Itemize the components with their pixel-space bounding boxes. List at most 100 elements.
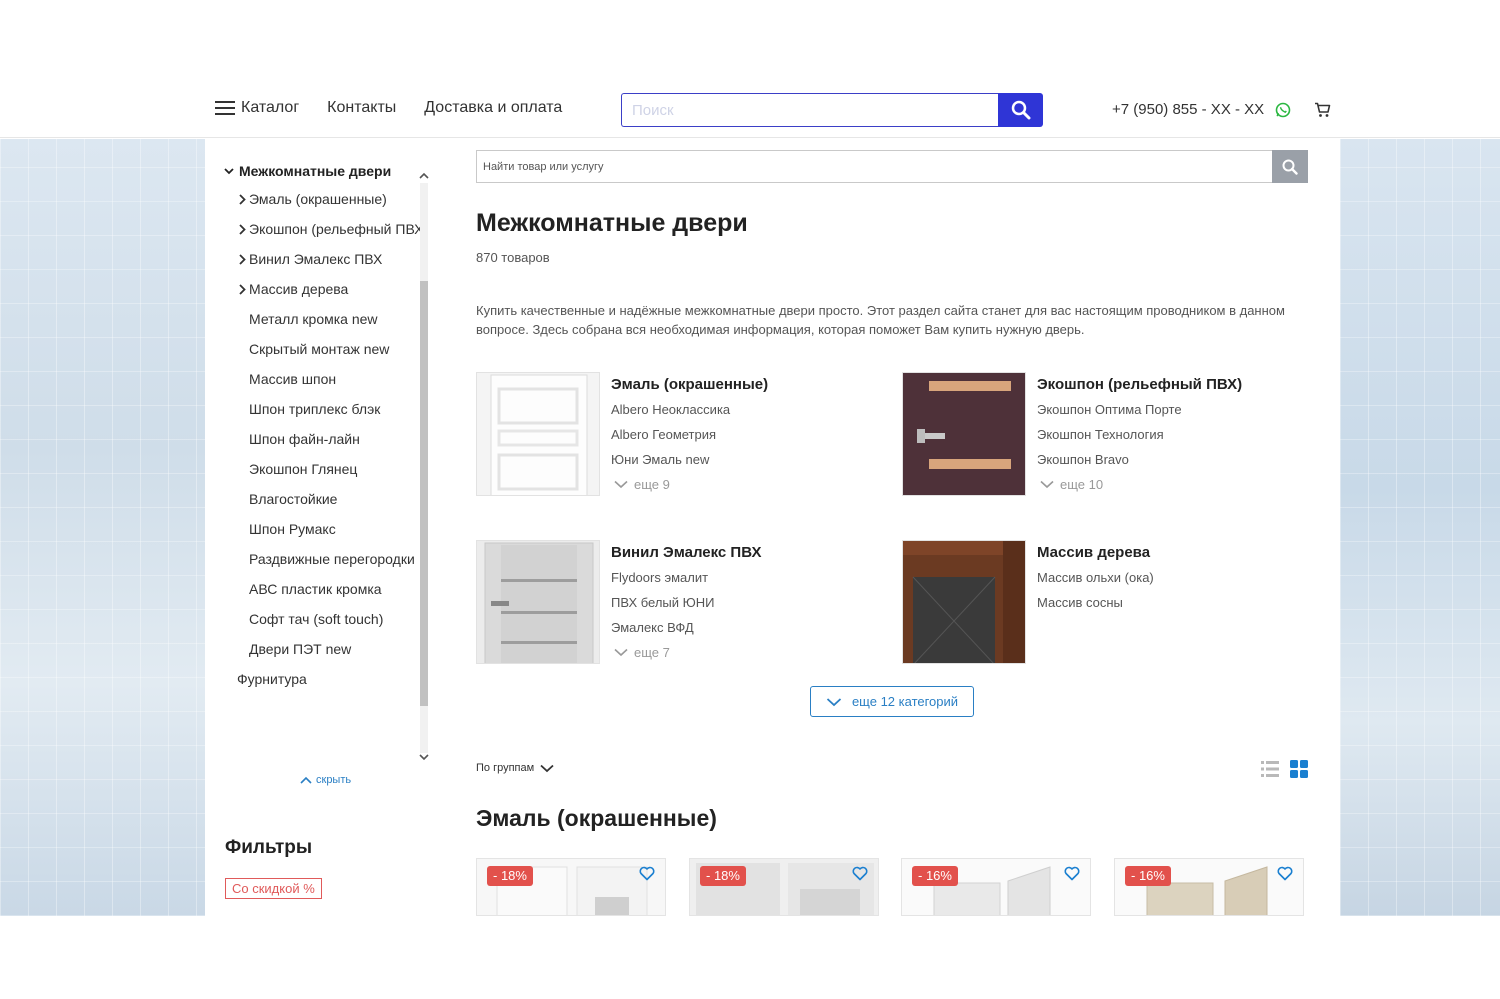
sidebar-item[interactable]: Винил Эмалекс ПВХ	[213, 245, 433, 275]
list-view-icon[interactable]	[1261, 760, 1279, 778]
category-name[interactable]: Винил Эмалекс ПВХ	[611, 544, 761, 561]
discount-badge: - 18%	[700, 866, 746, 886]
sidebar-item[interactable]: Софт тач (soft touch)	[213, 605, 433, 635]
phone-number[interactable]: +7 (950) 855 - XX - XX	[1112, 101, 1264, 118]
main-content: Межкомнатные двери 870 товаров Купить ка…	[453, 139, 1340, 916]
sidebar-item[interactable]: Массив шпон	[213, 365, 433, 395]
subcategory-link[interactable]: Экошпон Технология	[1037, 427, 1164, 442]
site-header: Каталог Контакты Доставка и оплата +7 (9…	[0, 0, 1500, 138]
page-title: Межкомнатные двери	[476, 209, 748, 237]
sidebar-scrollbar[interactable]	[417, 169, 431, 765]
subcategory-link[interactable]: Массив сосны	[1037, 595, 1123, 610]
search-icon	[1011, 100, 1030, 120]
discount-filter-chip[interactable]: Со скидкой %	[225, 878, 322, 899]
catalog-search-button[interactable]	[1272, 150, 1308, 183]
subcategory-link[interactable]: Юни Эмаль new	[611, 452, 709, 467]
more-subcategories-link[interactable]: еще 7	[614, 645, 670, 660]
sidebar-item-label: Двери ПЭТ new	[249, 641, 352, 657]
category-image-ekoshpon[interactable]	[902, 372, 1026, 496]
category-name[interactable]: Экошпон (рельефный ПВХ)	[1037, 376, 1242, 393]
product-card[interactable]: - 18%	[476, 858, 666, 916]
sidebar-item[interactable]: Двери ПЭТ new	[213, 635, 433, 665]
sidebar-item-label: Экошпон (рельефный ПВХ)	[249, 221, 429, 237]
favorite-icon[interactable]	[1064, 866, 1080, 881]
scroll-thumb[interactable]	[420, 281, 428, 706]
subcategory-link[interactable]: Flydoors эмалит	[611, 570, 708, 585]
cart-icon[interactable]	[1314, 102, 1331, 118]
category-image-emal[interactable]	[476, 372, 600, 496]
subcategory-link[interactable]: Экошпон Оптима Порте	[1037, 402, 1182, 417]
subcategory-link[interactable]: ПВХ белый ЮНИ	[611, 595, 715, 610]
contacts-link[interactable]: Контакты	[327, 99, 396, 117]
category-image-vinil[interactable]	[476, 540, 600, 664]
scroll-down-arrow[interactable]	[417, 751, 431, 763]
sidebar-item[interactable]: Влагостойкие	[213, 485, 433, 515]
subcategory-link[interactable]: Эмалекс ВФД	[611, 620, 694, 635]
search-icon	[1282, 159, 1298, 175]
category-card: Массив дерева Массив ольхи (ока) Массив …	[902, 540, 1302, 665]
chevron-down-icon	[614, 480, 628, 489]
sidebar-item-label: Скрытый монтаж new	[249, 341, 390, 357]
chevron-down-icon	[1040, 480, 1054, 489]
product-card[interactable]: - 16%	[1114, 858, 1304, 916]
page-bottom	[0, 916, 1500, 999]
more-categories-label: еще 12 категорий	[851, 694, 959, 709]
hide-tree-link[interactable]: скрыть	[300, 774, 351, 786]
group-by-label: По группам	[476, 762, 535, 774]
sidebar-item-label: АВС пластик кромка	[249, 581, 382, 597]
sidebar: Межкомнатные двери Эмаль (окрашенные) Эко…	[205, 139, 445, 916]
sidebar-item[interactable]: АВС пластик кромка	[213, 575, 433, 605]
chevron-down-icon	[826, 697, 842, 706]
favorite-icon[interactable]	[852, 866, 868, 881]
more-categories-button[interactable]: еще 12 категорий	[810, 686, 974, 717]
sidebar-item-label: Эмаль (окрашенные)	[249, 191, 387, 207]
catalog-label: Каталог	[241, 99, 300, 116]
header-search-input[interactable]	[621, 93, 998, 127]
category-name[interactable]: Эмаль (окрашенные)	[611, 376, 768, 393]
sidebar-item-label: Экошпон Глянец	[249, 461, 358, 477]
sidebar-item[interactable]: Шпон триплекс блэк	[213, 395, 433, 425]
product-card[interactable]: - 18%	[689, 858, 879, 916]
subcategory-link[interactable]: Albero Неоклассика	[611, 402, 730, 417]
favorite-icon[interactable]	[1277, 866, 1293, 881]
delivery-link[interactable]: Доставка и оплата	[424, 99, 562, 117]
sidebar-item[interactable]: Металл кромка new	[213, 305, 433, 335]
category-name[interactable]: Массив дерева	[1037, 544, 1150, 561]
sidebar-item[interactable]: Шпон файн-лайн	[213, 425, 433, 455]
favorite-icon[interactable]	[639, 866, 655, 881]
catalog-search-input[interactable]	[476, 150, 1272, 183]
product-card[interactable]: - 16%	[901, 858, 1091, 916]
chevron-down-icon	[224, 168, 234, 175]
subcategory-link[interactable]: Экошпон Bravo	[1037, 452, 1129, 467]
header-search-button[interactable]	[998, 93, 1043, 127]
scroll-up-arrow[interactable]	[417, 169, 431, 181]
chevron-right-icon	[239, 224, 246, 235]
catalog-menu-button[interactable]: Каталог	[215, 99, 299, 117]
sidebar-item[interactable]: Эмаль (окрашенные)	[213, 185, 433, 215]
more-subcategories-link[interactable]: еще 9	[614, 477, 670, 492]
more-subcategories-link[interactable]: еще 10	[1040, 477, 1103, 492]
tree-section-header[interactable]: Межкомнатные двери	[213, 157, 433, 185]
grid-view-icon[interactable]	[1290, 760, 1308, 778]
group-by-select[interactable]: По группам	[476, 762, 554, 774]
sidebar-item-label: Влагостойкие	[249, 491, 338, 507]
sidebar-item[interactable]: Экошпон Глянец	[213, 455, 433, 485]
catalog-search	[476, 150, 1308, 183]
section-title: Эмаль (окрашенные)	[476, 805, 717, 831]
sidebar-item-label: Софт тач (soft touch)	[249, 611, 384, 627]
sidebar-item[interactable]: Шпон Румакс	[213, 515, 433, 545]
filters-title: Фильтры	[225, 837, 313, 858]
category-image-massiv[interactable]	[902, 540, 1026, 664]
sidebar-item[interactable]: Скрытый монтаж new	[213, 335, 433, 365]
sidebar-item[interactable]: Массив дерева	[213, 275, 433, 305]
header-search	[621, 93, 1043, 127]
sidebar-item[interactable]: Экошпон (рельефный ПВХ)	[213, 215, 433, 245]
sidebar-item[interactable]: Раздвижные перегородки	[213, 545, 433, 575]
subcategory-link[interactable]: Albero Геометрия	[611, 427, 716, 442]
whatsapp-icon[interactable]	[1275, 102, 1291, 118]
chevron-right-icon	[239, 284, 246, 295]
sidebar-item-label: Массив шпон	[249, 371, 337, 387]
chevron-right-icon	[239, 254, 246, 265]
sidebar-item-furnitura[interactable]: Фурнитура	[213, 665, 433, 695]
subcategory-link[interactable]: Массив ольхи (ока)	[1037, 570, 1154, 585]
